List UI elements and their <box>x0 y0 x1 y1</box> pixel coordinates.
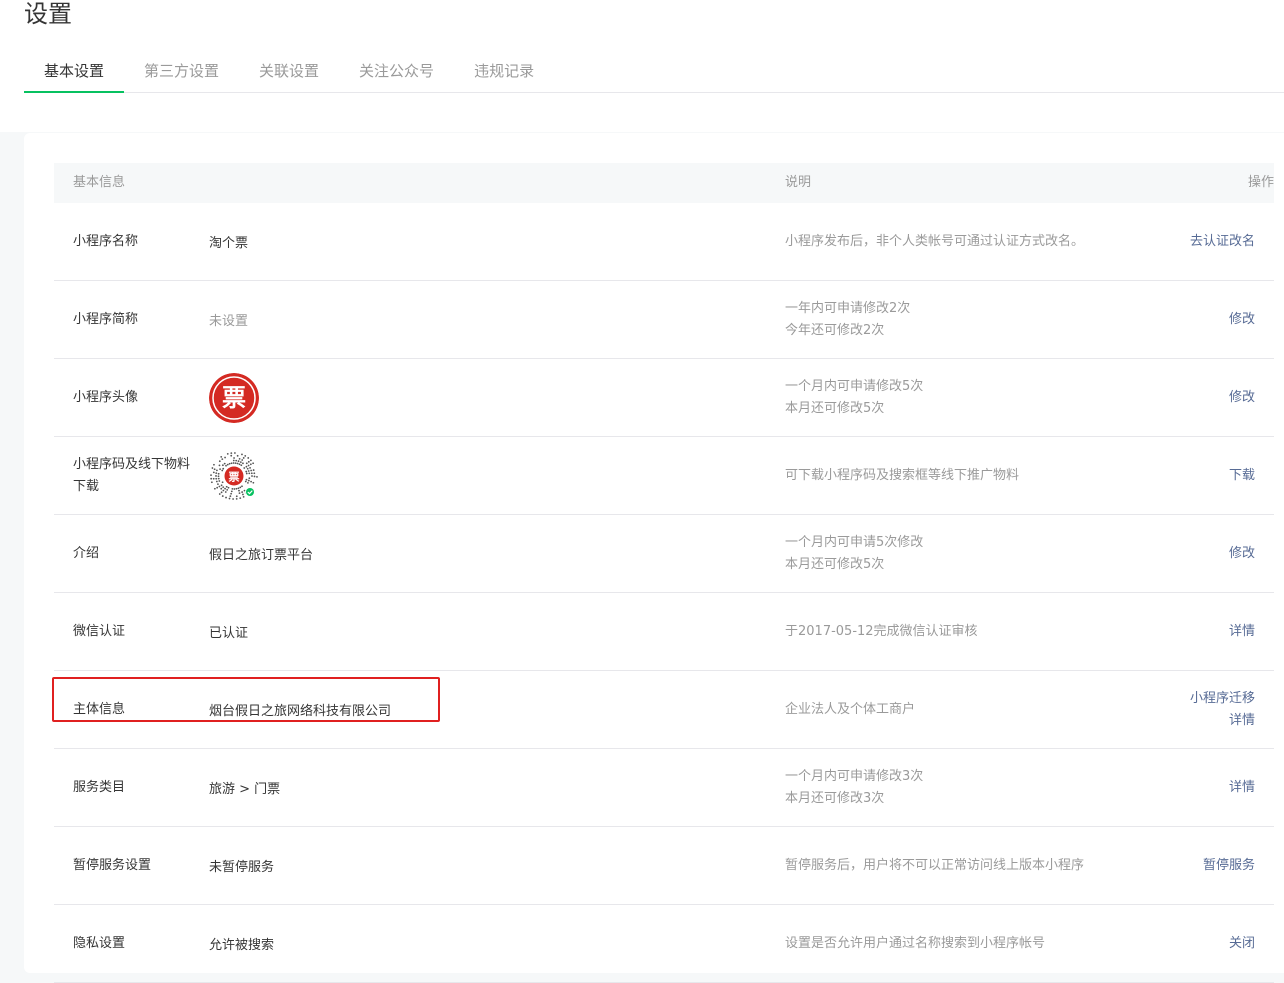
row-label: 主体信息 <box>73 701 126 717</box>
row-value: 允许被搜索 <box>209 938 275 953</box>
row-description: 一个月内可申请修改3次 本月还可修改3次 <box>785 749 1145 826</box>
tab-basic-settings[interactable]: 基本设置 <box>24 52 125 93</box>
row-label: 微信认证 <box>73 623 126 639</box>
download-link[interactable]: 下载 <box>1229 465 1255 487</box>
table-row-mini-program-short-name: 小程序简称 未设置 一年内可申请修改2次 今年还可修改2次 修改 <box>54 281 1274 359</box>
mini-program-migration-link[interactable]: 小程序迁移 <box>1190 688 1255 710</box>
settings-tabs: 基本设置 第三方设置 关联设置 关注公众号 违规记录 <box>24 52 1284 93</box>
category-details-link[interactable]: 详情 <box>1229 777 1255 799</box>
ticket-logo-icon: 票 <box>209 372 259 423</box>
header-basic-info: 基本信息 <box>73 175 126 190</box>
row-actions: 小程序迁移 详情 <box>1190 671 1255 748</box>
mini-program-code-icon[interactable]: 票 <box>209 451 259 501</box>
tab-follow-official-account[interactable]: 关注公众号 <box>339 52 454 93</box>
row-description: 设置是否允许用户通过名称搜索到小程序帐号 <box>785 905 1145 982</box>
svg-text:票: 票 <box>229 470 240 483</box>
subject-details-link[interactable]: 详情 <box>1229 710 1255 732</box>
table-row-wechat-verification: 微信认证 已认证 于2017-05-12完成微信认证审核 详情 <box>54 593 1274 671</box>
description-line: 本月还可修改5次 <box>785 556 885 572</box>
modify-short-name-link[interactable]: 修改 <box>1229 309 1255 331</box>
row-description: 暂停服务后，用户将不可以正常访问线上版本小程序 <box>785 827 1145 904</box>
table-row-pause-service: 暂停服务设置 未暂停服务 暂停服务后，用户将不可以正常访问线上版本小程序 暂停服… <box>54 827 1274 905</box>
row-label: 小程序简称 <box>73 311 139 327</box>
modify-avatar-link[interactable]: 修改 <box>1229 387 1255 409</box>
row-value: 未设置 <box>209 314 249 329</box>
row-actions: 修改 <box>1229 515 1255 592</box>
row-value: 未暂停服务 <box>209 860 275 875</box>
table-row-mini-program-avatar: 小程序头像 票 一个月内可申请修改5次 本月还可修改5次 修改 <box>54 359 1274 437</box>
tab-association-settings[interactable]: 关联设置 <box>239 52 339 93</box>
row-actions: 修改 <box>1229 281 1255 358</box>
close-search-link[interactable]: 关闭 <box>1229 933 1255 955</box>
verification-details-link[interactable]: 详情 <box>1229 621 1255 643</box>
row-description: 于2017-05-12完成微信认证审核 <box>785 593 1145 670</box>
row-value: 淘个票 <box>209 236 249 251</box>
description-line: 本月还可修改5次 <box>785 400 885 416</box>
table-row-service-category: 服务类目 旅游 > 门票 一个月内可申请修改3次 本月还可修改3次 详情 <box>54 749 1274 827</box>
header-description: 说明 <box>785 175 812 190</box>
table-row-mini-program-code: 小程序码及线下物料下载 票 可下载小程序码及搜索框等线下推广物料 下载 <box>54 437 1274 515</box>
description-line: 小程序发布后，非个人类帐号可通过认证方式改名。 <box>785 233 1085 249</box>
description-line: 设置是否允许用户通过名称搜索到小程序帐号 <box>785 935 1046 951</box>
description-line: 一个月内可申请修改5次 <box>785 378 924 394</box>
row-value: 已认证 <box>209 626 249 641</box>
table-row-mini-program-name: 小程序名称 淘个票 小程序发布后，非个人类帐号可通过认证方式改名。 去认证改名 <box>54 203 1274 281</box>
row-description: 小程序发布后，非个人类帐号可通过认证方式改名。 <box>785 203 1145 280</box>
verify-rename-link[interactable]: 去认证改名 <box>1190 231 1255 253</box>
row-actions: 暂停服务 <box>1203 827 1255 904</box>
tab-violation-records[interactable]: 违规记录 <box>454 52 554 93</box>
pause-service-link[interactable]: 暂停服务 <box>1203 855 1255 877</box>
description-line: 今年还可修改2次 <box>785 322 885 338</box>
page-title: 设置 <box>24 0 72 28</box>
row-label: 隐私设置 <box>73 935 126 951</box>
row-description: 一个月内可申请修改5次 本月还可修改5次 <box>785 359 1145 436</box>
row-label: 介绍 <box>73 545 100 561</box>
row-value: 旅游 > 门票 <box>209 782 281 797</box>
description-line: 企业法人及个体工商户 <box>785 701 916 717</box>
description-line: 可下载小程序码及搜索框等线下推广物料 <box>785 467 1020 483</box>
row-label: 服务类目 <box>73 779 126 795</box>
row-description: 可下载小程序码及搜索框等线下推广物料 <box>785 437 1145 514</box>
row-description: 企业法人及个体工商户 <box>785 671 1145 748</box>
row-label: 暂停服务设置 <box>73 857 152 873</box>
description-line: 暂停服务后，用户将不可以正常访问线上版本小程序 <box>785 857 1085 873</box>
description-line: 一年内可申请修改2次 <box>785 300 911 316</box>
description-line: 本月还可修改3次 <box>785 790 885 806</box>
row-description: 一年内可申请修改2次 今年还可修改2次 <box>785 281 1145 358</box>
table-header: 基本信息 说明 操作 <box>54 163 1274 203</box>
table-row-privacy-settings: 隐私设置 允许被搜索 设置是否允许用户通过名称搜索到小程序帐号 关闭 <box>54 905 1274 983</box>
row-actions: 关闭 <box>1229 905 1255 982</box>
tab-third-party-settings[interactable]: 第三方设置 <box>124 52 239 93</box>
page-header: 设置 基本设置 第三方设置 关联设置 关注公众号 违规记录 <box>0 0 1284 132</box>
row-value: 假日之旅订票平台 <box>209 548 314 563</box>
row-actions: 详情 <box>1229 749 1255 826</box>
row-value: 烟台假日之旅网络科技有限公司 <box>209 704 392 719</box>
description-line: 一个月内可申请5次修改 <box>785 534 924 550</box>
header-action: 操作 <box>1247 175 1274 190</box>
settings-card: 基本信息 说明 操作 小程序名称 淘个票 小程序发布后，非个人类帐号可通过认证方… <box>24 133 1284 983</box>
row-actions: 下载 <box>1229 437 1255 514</box>
modify-introduction-link[interactable]: 修改 <box>1229 543 1255 565</box>
row-description: 一个月内可申请5次修改 本月还可修改5次 <box>785 515 1145 592</box>
description-line: 于2017-05-12完成微信认证审核 <box>785 623 978 639</box>
avatar: 票 <box>209 372 259 423</box>
row-actions: 详情 <box>1229 593 1255 670</box>
row-actions: 去认证改名 <box>1190 203 1255 280</box>
table-row-subject-info: 主体信息 烟台假日之旅网络科技有限公司 企业法人及个体工商户 小程序迁移 详情 <box>54 671 1274 749</box>
row-label: 小程序码及线下物料下载 <box>73 456 191 494</box>
avatar-glyph: 票 <box>222 384 246 412</box>
description-line: 一个月内可申请修改3次 <box>785 768 924 784</box>
row-label: 小程序头像 <box>73 389 139 405</box>
row-actions: 修改 <box>1229 359 1255 436</box>
row-value: 票 <box>209 359 259 436</box>
row-label: 小程序名称 <box>73 233 139 249</box>
table-row-introduction: 介绍 假日之旅订票平台 一个月内可申请5次修改 本月还可修改5次 修改 <box>54 515 1274 593</box>
basic-info-table: 基本信息 说明 操作 小程序名称 淘个票 小程序发布后，非个人类帐号可通过认证方… <box>54 163 1274 983</box>
row-value: 票 <box>209 437 259 514</box>
